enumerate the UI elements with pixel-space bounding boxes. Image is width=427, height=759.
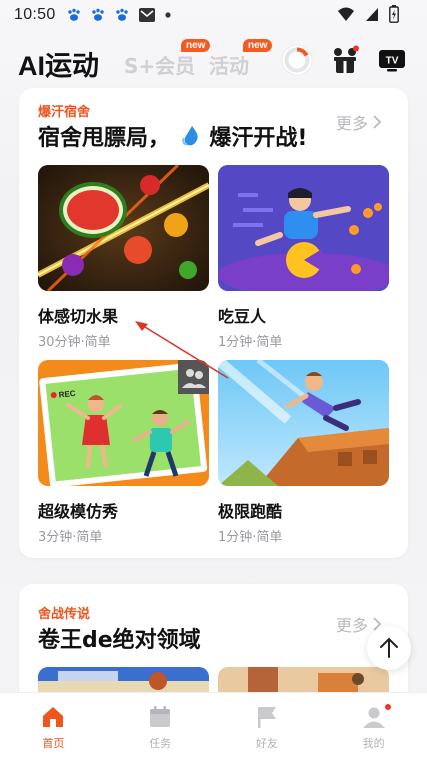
app-screen: 10:50 AI运动 S+会员 new 活动 new TV 爆汗宿舍 宿舍甩膘局… — [0, 0, 427, 759]
nav-label: 首页 — [42, 737, 65, 750]
notification-dot — [384, 703, 393, 711]
nav-friends[interactable]: 好友 — [214, 693, 321, 759]
scroll-to-top-button[interactable] — [367, 626, 411, 670]
user-icon — [362, 707, 385, 728]
nav-label: 好友 — [255, 737, 278, 750]
home-icon — [43, 707, 64, 727]
nav-profile[interactable]: 我的 — [320, 693, 427, 759]
nav-tasks[interactable]: 任务 — [107, 693, 214, 759]
arrow-up-icon — [380, 637, 398, 658]
nav-label: 我的 — [362, 737, 385, 750]
nav-home[interactable]: 首页 — [0, 693, 107, 759]
section-title: 卷王de绝对领域 — [38, 628, 201, 653]
more-label: 更多 — [335, 616, 368, 635]
calendar-icon — [150, 706, 171, 727]
bottom-nav: 首页 任务 好友 我的 — [0, 692, 427, 759]
nav-label: 任务 — [149, 737, 172, 750]
section-tag: 舍战传说 — [38, 607, 91, 622]
flag-icon — [257, 707, 276, 728]
